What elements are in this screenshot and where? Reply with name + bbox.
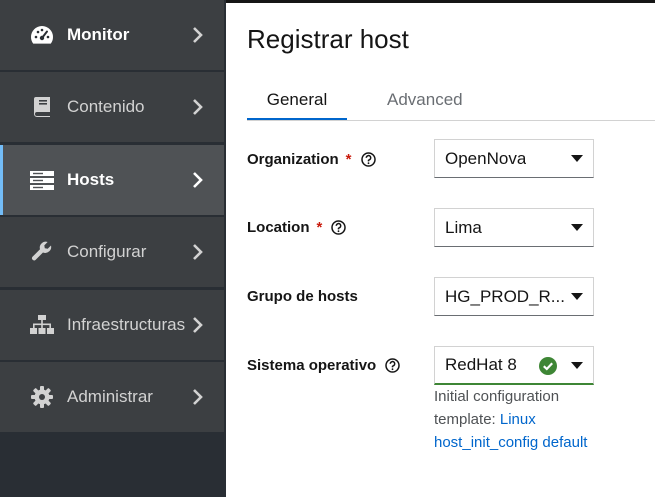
organization-value: OpenNova: [445, 148, 527, 168]
caret-down-icon: [571, 293, 583, 300]
required-marker: *: [316, 219, 323, 236]
sidebar-item-infraestructuras[interactable]: Infraestructuras: [0, 290, 224, 360]
host-group-label-text: Grupo de hosts: [247, 288, 358, 305]
chevron-right-icon: [193, 317, 203, 333]
sidebar-item-label: Contenido: [67, 97, 145, 116]
book-icon: [30, 95, 54, 119]
location-label-text: Location: [247, 219, 310, 236]
organization-select[interactable]: OpenNova: [434, 139, 594, 178]
sidebar: Monitor Contenido Hosts Configurar Infra…: [0, 0, 226, 497]
tab-advanced[interactable]: Advanced: [387, 78, 477, 121]
page-title: Registrar host: [247, 24, 409, 54]
sidebar-item-label: Infraestructuras: [67, 315, 186, 334]
chevron-right-icon: [193, 27, 203, 43]
required-marker: *: [345, 151, 352, 168]
organization-label-text: Organization: [247, 151, 339, 168]
tab-bar: General Advanced: [247, 78, 655, 121]
caret-down-icon: [571, 155, 583, 162]
tab-general[interactable]: General: [247, 78, 347, 121]
sidebar-item-label: Hosts: [67, 170, 115, 189]
chevron-right-icon: [193, 389, 203, 405]
location-label: Location *: [247, 219, 347, 236]
server-icon: [30, 168, 54, 192]
tab-divider: [247, 120, 655, 121]
location-value: Lima: [445, 217, 482, 237]
chevron-right-icon: [193, 99, 203, 115]
caret-down-icon: [571, 224, 583, 231]
host-group-value: HG_PROD_R...: [445, 286, 565, 306]
sidebar-item-label: Monitor: [67, 25, 130, 44]
location-select[interactable]: Lima: [434, 208, 594, 247]
os-label: Sistema operativo: [247, 357, 400, 374]
helper-prefix: Initial configuration template:: [434, 388, 560, 428]
sidebar-item-configurar[interactable]: Configurar: [0, 217, 224, 287]
sidebar-item-label: Administrar: [67, 387, 153, 406]
caret-down-icon: [571, 362, 583, 369]
os-value: RedHat 8: [445, 355, 517, 374]
host-group-select[interactable]: HG_PROD_R...: [434, 277, 594, 316]
chevron-right-icon: [193, 244, 203, 260]
top-bar: [226, 0, 655, 3]
chevron-right-icon: [193, 172, 203, 188]
host-group-label: Grupo de hosts: [247, 288, 358, 305]
network-icon: [30, 313, 54, 337]
os-label-text: Sistema operativo: [247, 357, 377, 374]
help-icon[interactable]: [385, 358, 400, 373]
organization-label: Organization *: [247, 151, 376, 168]
wrench-icon: [30, 240, 54, 264]
os-select[interactable]: RedHat 8: [434, 346, 594, 385]
os-helper-text: Initial configuration template: Linux ho…: [434, 385, 594, 454]
sidebar-item-monitor[interactable]: Monitor: [0, 0, 224, 70]
check-circle-icon: [539, 357, 557, 375]
dashboard-icon: [30, 23, 54, 47]
gear-icon: [30, 385, 54, 409]
sidebar-item-hosts[interactable]: Hosts: [0, 145, 224, 215]
main-content: Registrar host General Advanced Organiza…: [226, 0, 655, 497]
sidebar-item-contenido[interactable]: Contenido: [0, 72, 224, 142]
help-icon[interactable]: [331, 220, 347, 235]
sidebar-item-label: Configurar: [67, 242, 147, 261]
help-icon[interactable]: [360, 152, 376, 167]
sidebar-item-administrar[interactable]: Administrar: [0, 362, 224, 432]
